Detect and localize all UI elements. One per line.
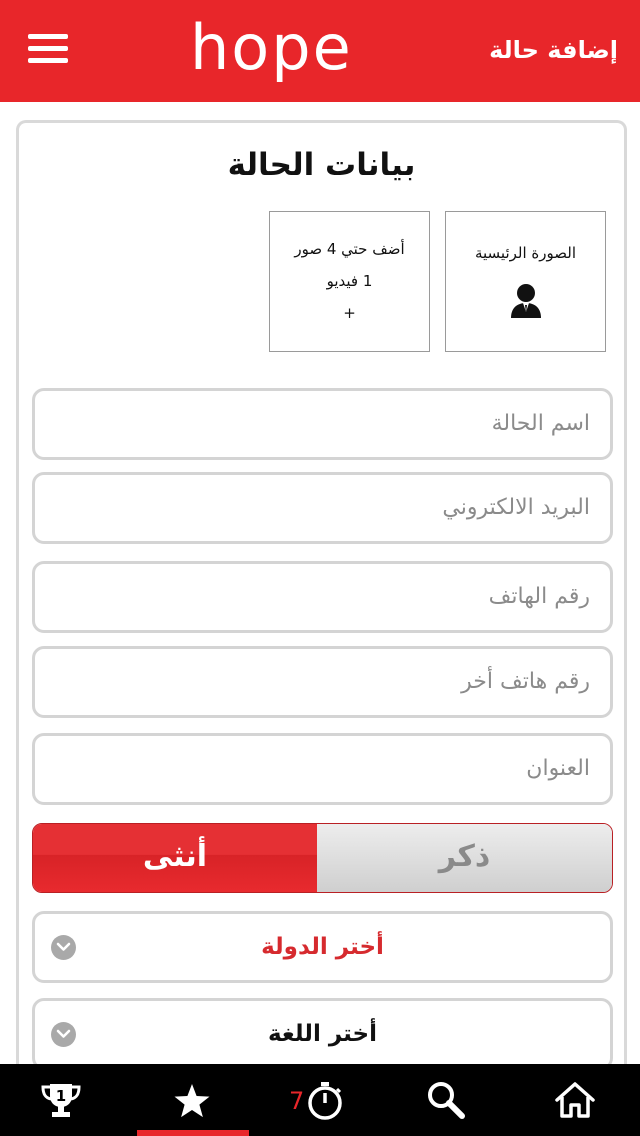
main-photo-upload[interactable]: الصورة الرئيسية: [445, 211, 606, 352]
page-title: إضافة حالة: [489, 36, 618, 64]
person-icon: [511, 284, 541, 318]
phone-field[interactable]: رقم الهاتف: [32, 561, 613, 633]
top-bar: hope إضافة حالة: [0, 0, 640, 102]
gender-female-option[interactable]: أنثى: [33, 824, 318, 892]
svg-text:1: 1: [56, 1087, 66, 1105]
nav-home[interactable]: [536, 1064, 616, 1136]
gender-toggle: أنثى ذكر: [32, 823, 613, 893]
star-icon: [174, 1084, 210, 1118]
case-name-placeholder: اسم الحالة: [491, 411, 590, 436]
phone2-placeholder: رقم هاتف أخر: [461, 669, 590, 694]
case-data-card: بيانات الحالة الصورة الرئيسية أضف حتي 4 …: [16, 120, 627, 1080]
nav-trophy[interactable]: 1: [20, 1064, 100, 1136]
phone2-field[interactable]: رقم هاتف أخر: [32, 646, 613, 718]
address-field[interactable]: العنوان: [32, 733, 613, 805]
home-icon: [555, 1082, 595, 1118]
language-select[interactable]: أختر اللغة: [32, 998, 613, 1070]
additional-media-upload[interactable]: أضف حتي 4 صور 1 فيديو +: [269, 211, 430, 352]
language-select-label: أختر اللغة: [267, 1021, 377, 1047]
email-placeholder: البريد الالكتروني: [442, 495, 590, 520]
menu-icon[interactable]: [28, 32, 70, 66]
nav-search[interactable]: [408, 1064, 488, 1136]
phone-placeholder: رقم الهاتف: [488, 584, 590, 609]
chevron-down-icon: [51, 1022, 76, 1047]
search-icon: [428, 1082, 465, 1119]
add-media-plus: +: [343, 304, 356, 322]
main-photo-label: الصورة الرئيسية: [474, 244, 577, 262]
active-tab-indicator: [137, 1130, 249, 1136]
trophy-icon: 1: [41, 1084, 81, 1117]
country-select-label: أختر الدولة: [261, 934, 384, 960]
app-logo: hope: [190, 11, 353, 84]
email-field[interactable]: البريد الالكتروني: [32, 472, 613, 544]
media-limit-photos: أضف حتي 4 صور: [294, 240, 405, 258]
timer-icon: [308, 1082, 342, 1120]
nav-timer[interactable]: 7: [280, 1064, 360, 1136]
card-title: بيانات الحالة: [227, 147, 416, 183]
media-limit-video: 1 فيديو: [326, 272, 373, 290]
bottom-navigation: 1 7: [0, 1064, 640, 1136]
gender-male-option[interactable]: ذكر: [317, 824, 612, 892]
chevron-down-icon: [51, 935, 76, 960]
timer-count: 7: [289, 1087, 305, 1115]
nav-favorites[interactable]: [137, 1064, 249, 1136]
country-select[interactable]: أختر الدولة: [32, 911, 613, 983]
case-name-field[interactable]: اسم الحالة: [32, 388, 613, 460]
address-placeholder: العنوان: [526, 756, 590, 781]
